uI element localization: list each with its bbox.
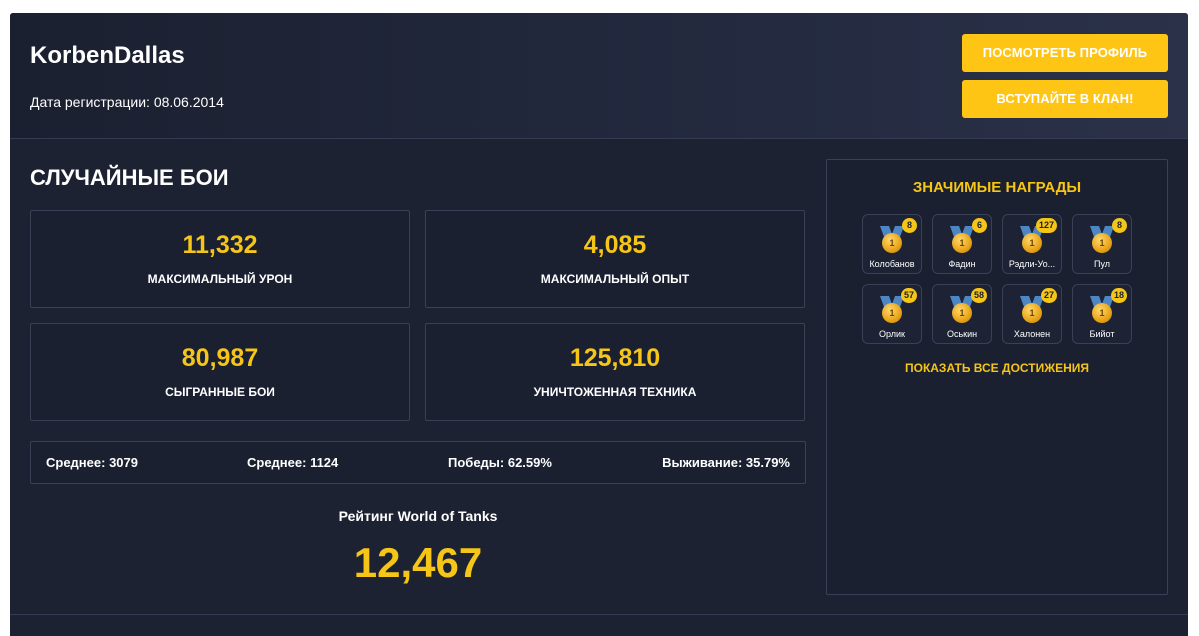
award-radley-walters[interactable]: 1 127 Рэдли-Уо...: [1002, 214, 1062, 274]
survival-rate: Выживание: 35.79%: [662, 455, 790, 470]
award-name: Оськин: [946, 329, 978, 339]
stat-value: 11,332: [182, 231, 258, 259]
stat-value: 80,987: [181, 344, 259, 372]
stat-max-xp: 4,085 МАКСИМАЛЬНЫЙ ОПЫТ: [425, 210, 805, 308]
award-oskin[interactable]: 1 58 Оськин: [932, 284, 992, 344]
award-billotte[interactable]: 1 18 Бийот: [1072, 284, 1132, 344]
award-count-badge: 58: [970, 288, 987, 303]
divider: [10, 614, 1188, 615]
average-xp: Среднее: 1124: [247, 455, 339, 470]
username: KorbenDallas: [30, 42, 185, 69]
stat-battles-played: 80,987 СЫГРАННЫЕ БОИ: [30, 323, 410, 421]
medal-icon: 1: [1090, 226, 1114, 253]
stat-vehicles-destroyed: 125,810 УНИЧТОЖЕННАЯ ТЕХНИКА: [425, 323, 805, 421]
stat-value: 125,810: [569, 344, 661, 372]
rating-title: Рейтинг World of Tanks: [338, 508, 498, 524]
award-count-badge: 18: [1110, 288, 1127, 303]
registration-date: Дата регистрации: 08.06.2014: [30, 94, 224, 110]
award-name: Халонен: [1013, 329, 1051, 339]
medal-icon: 1: [880, 296, 904, 323]
award-name: Бийот: [1089, 329, 1115, 339]
award-count-badge: 57: [900, 288, 917, 303]
profile-header: KorbenDallas Дата регистрации: 08.06.201…: [10, 13, 1188, 139]
award-count-badge: 8: [1112, 218, 1127, 233]
award-halonen[interactable]: 1 27 Халонен: [1002, 284, 1062, 344]
rating-value: 12,467: [353, 539, 483, 586]
awards-title: ЗНАЧИМЫЕ НАГРАДЫ: [912, 179, 1082, 196]
averages-bar: Среднее: 3079 Среднее: 1124 Победы: 62.5…: [30, 441, 806, 484]
medal-icon: 1: [1020, 296, 1044, 323]
win-rate: Победы: 62.59%: [448, 455, 552, 470]
award-count-badge: 27: [1040, 288, 1057, 303]
section-title: СЛУЧАЙНЫЕ БОИ: [30, 165, 229, 190]
award-name: Орлик: [879, 329, 905, 339]
stat-max-damage: 11,332 МАКСИМАЛЬНЫЙ УРОН: [30, 210, 410, 308]
medal-icon: 1: [880, 226, 904, 253]
medal-icon: 1: [950, 226, 974, 253]
medal-icon: 1: [950, 296, 974, 323]
stat-label: УНИЧТОЖЕННАЯ ТЕХНИКА: [533, 385, 697, 399]
player-card: KorbenDallas Дата регистрации: 08.06.201…: [10, 13, 1188, 636]
award-pool[interactable]: 1 8 Пул: [1072, 214, 1132, 274]
award-name: Пул: [1093, 259, 1111, 269]
join-clan-button[interactable]: ВСТУПАЙТЕ В КЛАН!: [962, 80, 1168, 118]
show-all-achievements-link[interactable]: ПОКАЗАТЬ ВСЕ ДОСТИЖЕНИЯ: [827, 361, 1167, 375]
award-name: Фадин: [948, 259, 976, 269]
award-name: Колобанов: [869, 259, 915, 269]
award-name: Рэдли-Уо...: [1008, 259, 1056, 269]
stat-label: МАКСИМАЛЬНЫЙ ОПЫТ: [540, 272, 690, 286]
view-profile-button[interactable]: ПОСМОТРЕТЬ ПРОФИЛЬ: [962, 34, 1168, 72]
stat-value: 4,085: [583, 231, 647, 259]
award-orlik[interactable]: 1 57 Орлик: [862, 284, 922, 344]
average-damage: Среднее: 3079: [46, 455, 138, 470]
stat-label: СЫГРАННЫЕ БОИ: [165, 385, 275, 399]
awards-panel: ЗНАЧИМЫЕ НАГРАДЫ 1 8 Колобанов 1 6 Фадин…: [826, 159, 1168, 595]
award-fadin[interactable]: 1 6 Фадин: [932, 214, 992, 274]
medal-icon: 1: [1090, 296, 1114, 323]
award-count-badge: 6: [972, 218, 987, 233]
award-count-badge: 8: [902, 218, 917, 233]
award-kolobanov[interactable]: 1 8 Колобанов: [862, 214, 922, 274]
stat-label: МАКСИМАЛЬНЫЙ УРОН: [147, 272, 293, 286]
award-count-badge: 127: [1035, 218, 1057, 233]
